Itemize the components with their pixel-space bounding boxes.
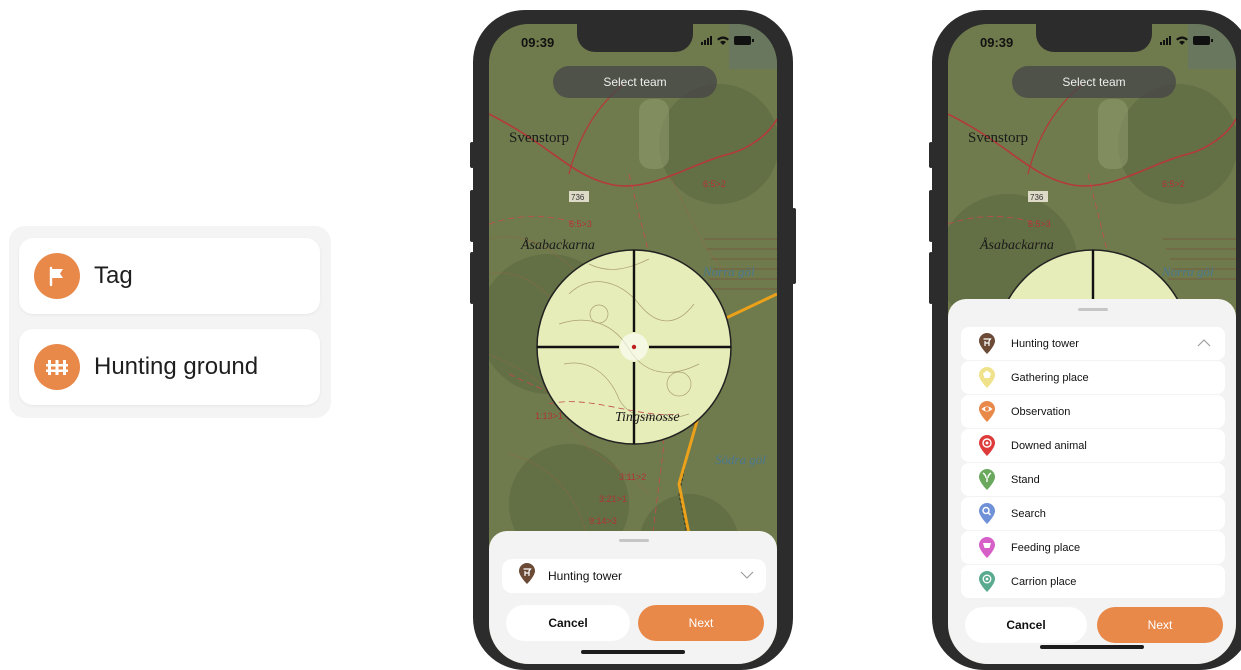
tag-type-list: Hunting tower Gathering place Observatio… bbox=[961, 327, 1225, 599]
add-menu-card: Tag Hunting ground bbox=[9, 226, 331, 418]
next-button[interactable]: Next bbox=[1097, 607, 1223, 643]
sheet-handle[interactable] bbox=[1078, 308, 1108, 311]
map-label-norra-gol: Norra göl bbox=[1161, 264, 1214, 279]
volume-up-button bbox=[929, 190, 933, 242]
fence-icon bbox=[34, 344, 80, 390]
map-label-svenstorp: Svenstorp bbox=[968, 130, 1028, 146]
chevron-down-icon bbox=[740, 571, 754, 579]
bottom-sheet: Hunting tower Cancel Next bbox=[489, 531, 777, 664]
home-indicator bbox=[581, 650, 685, 654]
list-item-label: Observation bbox=[1011, 405, 1071, 418]
map-label-sodra-gol: Södra göl bbox=[715, 452, 766, 467]
status-icons bbox=[1160, 36, 1213, 45]
list-item-label: Gathering place bbox=[1011, 371, 1089, 384]
menu-item-hunting-ground[interactable]: Hunting ground bbox=[19, 329, 320, 405]
menu-item-tag[interactable]: Tag bbox=[19, 238, 320, 314]
status-time: 09:39 bbox=[521, 35, 555, 50]
hunting-tower-icon bbox=[977, 332, 997, 355]
power-button bbox=[792, 208, 796, 284]
map-label-norra-gol: Norra göl bbox=[702, 264, 755, 279]
mute-switch bbox=[470, 142, 474, 168]
list-item-label: Feeding place bbox=[1011, 541, 1081, 554]
list-item-stand[interactable]: Stand bbox=[961, 463, 1225, 496]
list-item-gathering-place[interactable]: Gathering place bbox=[961, 361, 1225, 394]
stand-icon bbox=[977, 468, 997, 491]
observation-icon bbox=[977, 400, 997, 423]
list-item-label: Search bbox=[1011, 507, 1046, 520]
search-icon bbox=[977, 502, 997, 525]
map-label-1-13-1: 1:13>1 bbox=[535, 411, 563, 421]
hunting-tower-icon bbox=[518, 562, 536, 590]
next-button[interactable]: Next bbox=[638, 605, 764, 641]
feeding-place-icon bbox=[977, 536, 997, 559]
map-label-road-736: 736 bbox=[571, 193, 585, 202]
status-time: 09:39 bbox=[980, 35, 1014, 50]
list-item-feeding-place[interactable]: Feeding place bbox=[961, 531, 1225, 564]
dropdown-selected-label: Hunting tower bbox=[548, 569, 623, 583]
map-label-3-11-2: 3:11>2 bbox=[619, 472, 646, 482]
sheet-handle[interactable] bbox=[619, 539, 649, 542]
map-label-6-5-2: 6:5>2 bbox=[703, 179, 726, 189]
phone-notch bbox=[1036, 24, 1152, 52]
chevron-up-icon[interactable] bbox=[1197, 338, 1211, 348]
phone-notch bbox=[577, 24, 693, 52]
list-item-label: Stand bbox=[1011, 473, 1040, 486]
map-label-6-5-3: 6:5>3 bbox=[569, 219, 592, 229]
select-team-button[interactable]: Select team bbox=[553, 66, 717, 98]
map-label-asabackarna: Åsabackarna bbox=[520, 237, 595, 253]
map-label-tingsmosse: Tingsmosse bbox=[615, 410, 680, 425]
mute-switch bbox=[929, 142, 933, 168]
menu-item-label: Tag bbox=[94, 262, 133, 289]
list-item-search[interactable]: Search bbox=[961, 497, 1225, 530]
map-label-3-21-1: 3:21>1 bbox=[599, 494, 627, 504]
status-icons bbox=[701, 36, 754, 45]
phone-mockup-tag-type-list: Svenstorp Åsabackarna Norra göl 736 6:5>… bbox=[929, 10, 1241, 670]
select-team-button[interactable]: Select team bbox=[1012, 66, 1176, 98]
carrion-place-icon bbox=[977, 570, 997, 593]
map-label-asabackarna: Åsabackarna bbox=[979, 237, 1054, 253]
list-item-label: Downed animal bbox=[1011, 439, 1087, 452]
cancel-button[interactable]: Cancel bbox=[506, 605, 630, 641]
list-item-label: Hunting tower bbox=[1011, 337, 1079, 350]
phone-screen: Svenstorp Åsabackarna Norra göl 736 6:5>… bbox=[948, 24, 1236, 664]
phone-screen: Svenstorp Åsabackarna Tingsmosse Norra g… bbox=[489, 24, 777, 664]
list-item-observation[interactable]: Observation bbox=[961, 395, 1225, 428]
phone-mockup-add-tag: Svenstorp Åsabackarna Tingsmosse Norra g… bbox=[470, 10, 796, 670]
volume-down-button bbox=[929, 252, 933, 304]
map-label-svenstorp: Svenstorp bbox=[509, 130, 569, 146]
menu-item-label: Hunting ground bbox=[94, 353, 259, 380]
home-indicator bbox=[1040, 645, 1144, 649]
list-item-carrion-place[interactable]: Carrion place bbox=[961, 565, 1225, 598]
map-label-6-5-3: 6:5>3 bbox=[1028, 219, 1051, 229]
map-label-9-14-3: 9:14>3 bbox=[589, 516, 617, 526]
map-label-road-736: 736 bbox=[1030, 193, 1044, 202]
gathering-place-icon bbox=[977, 366, 997, 389]
volume-down-button bbox=[470, 252, 474, 304]
cancel-button[interactable]: Cancel bbox=[965, 607, 1087, 643]
volume-up-button bbox=[470, 190, 474, 242]
tag-type-dropdown[interactable]: Hunting tower bbox=[502, 559, 766, 593]
map-label-6-5-2: 6:5>2 bbox=[1162, 179, 1185, 189]
list-item-label: Carrion place bbox=[1011, 575, 1077, 588]
list-item-downed-animal[interactable]: Downed animal bbox=[961, 429, 1225, 462]
list-item-hunting-tower[interactable]: Hunting tower bbox=[961, 327, 1225, 360]
flag-icon bbox=[34, 253, 80, 299]
downed-animal-icon bbox=[977, 434, 997, 457]
bottom-sheet: Hunting tower Gathering place Observatio… bbox=[948, 299, 1236, 664]
